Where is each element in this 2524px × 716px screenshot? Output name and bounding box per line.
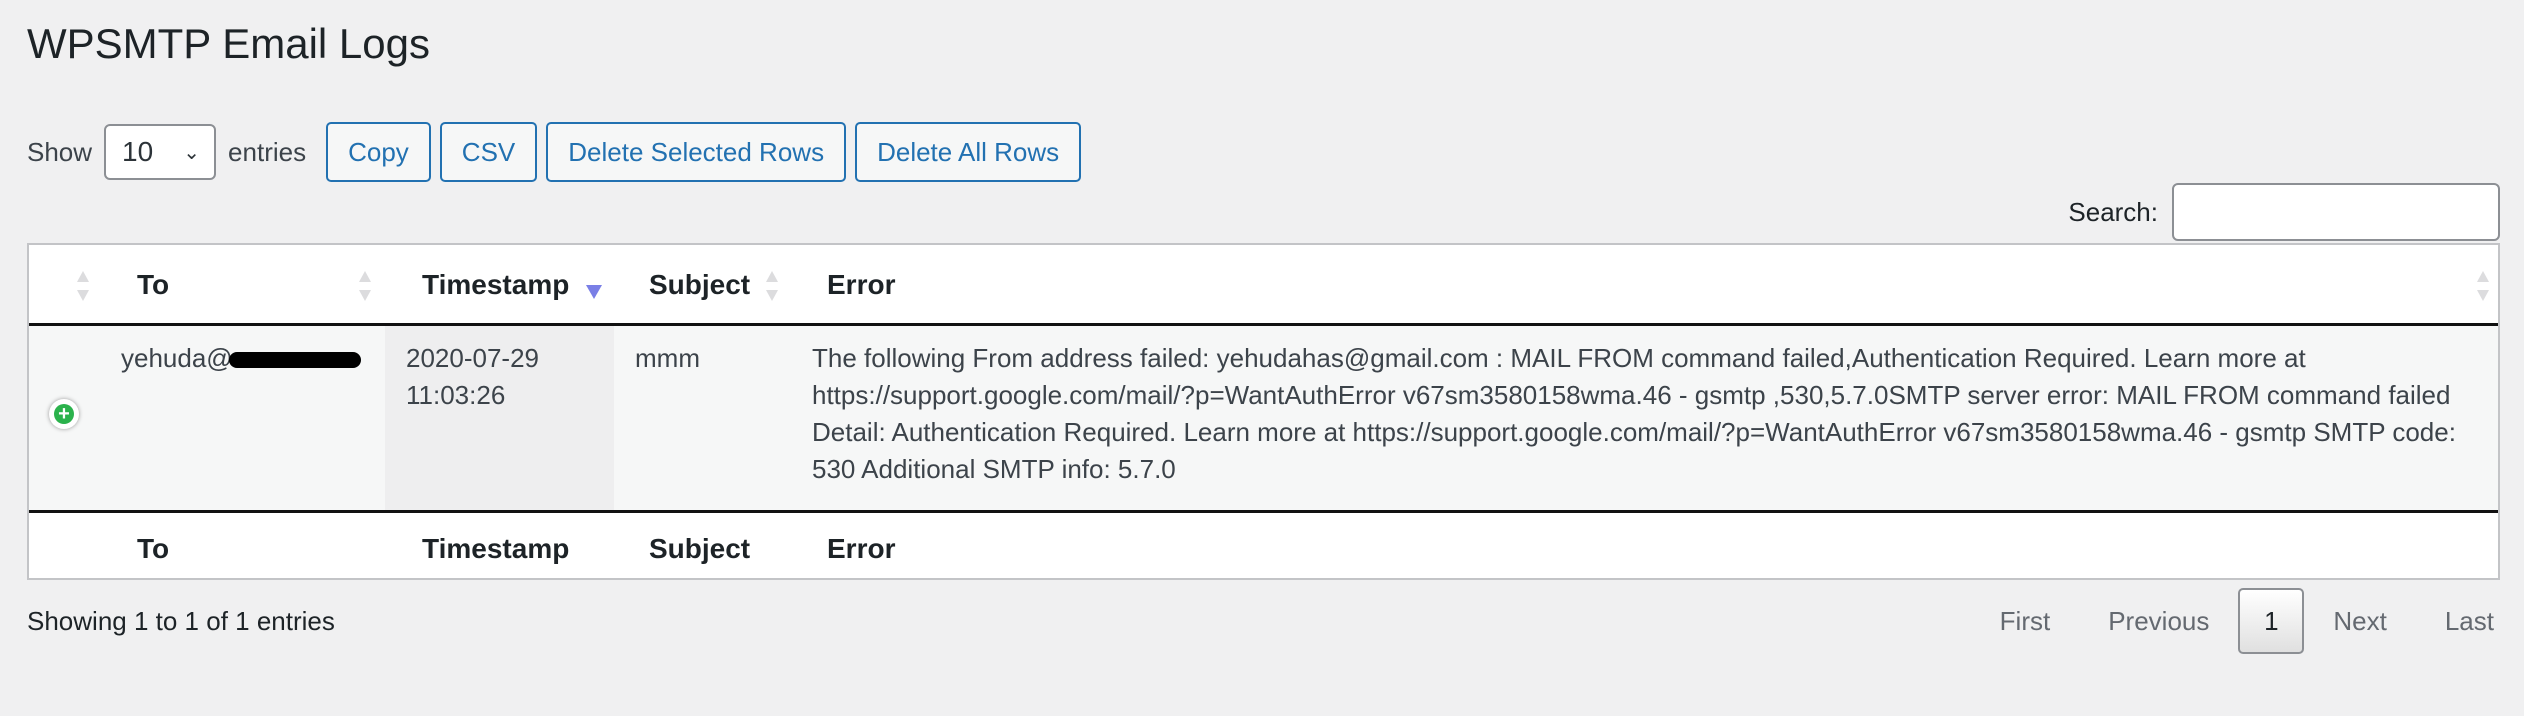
chevron-down-icon: ⌄ xyxy=(183,141,201,164)
expand-row-icon[interactable]: + xyxy=(49,399,79,429)
to-cell: yehuda@ xyxy=(121,340,361,377)
entries-value: 10 xyxy=(122,136,154,167)
sort-icon[interactable] xyxy=(2477,271,2489,301)
table-footer: To Timestamp Subject Error xyxy=(29,510,2498,581)
show-label: Show xyxy=(27,136,93,167)
table-info: Showing 1 to 1 of 1 entries xyxy=(27,606,335,636)
csv-button[interactable]: CSV xyxy=(439,122,538,182)
sort-icon[interactable] xyxy=(77,271,89,301)
footer-timestamp: Timestamp xyxy=(422,533,570,564)
sort-icon[interactable] xyxy=(766,271,778,301)
copy-button[interactable]: Copy xyxy=(326,122,431,182)
last-page-button[interactable]: Last xyxy=(2445,606,2494,637)
entries-select[interactable]: 10 ⌄ xyxy=(104,124,217,180)
column-header-subject[interactable]: Subject xyxy=(649,269,750,301)
page-1-button[interactable]: 1 xyxy=(2238,588,2305,654)
search-label: Search: xyxy=(2068,196,2158,227)
timestamp-cell: 2020-07-29 11:03:26 xyxy=(406,340,539,414)
column-header-to[interactable]: To xyxy=(137,269,169,301)
first-page-button[interactable]: First xyxy=(2000,606,2051,637)
email-logs-table: To Timestamp Subject Error + yehuda@ 202… xyxy=(27,243,2500,580)
table-controls: Show 10 ⌄ entries Copy CSV Delete Select… xyxy=(27,122,1082,182)
search-input[interactable] xyxy=(2172,183,2500,241)
timestamp-time: 11:03:26 xyxy=(406,380,506,410)
delete-all-rows-button[interactable]: Delete All Rows xyxy=(855,122,1082,182)
table-row[interactable]: + yehuda@ 2020-07-29 11:03:26 mmm The fo… xyxy=(29,326,2498,510)
table-header: To Timestamp Subject Error xyxy=(29,245,2498,326)
sort-desc-icon[interactable] xyxy=(586,285,602,299)
footer-subject: Subject xyxy=(649,533,751,564)
entries-label: entries xyxy=(228,136,307,167)
redaction-bar xyxy=(228,352,361,369)
subject-cell: mmm xyxy=(635,343,700,373)
delete-selected-rows-button[interactable]: Delete Selected Rows xyxy=(546,122,847,182)
column-header-error[interactable]: Error xyxy=(827,269,895,301)
next-page-button[interactable]: Next xyxy=(2333,606,2386,637)
column-header-timestamp[interactable]: Timestamp xyxy=(422,269,569,301)
footer-error: Error xyxy=(827,533,896,564)
error-cell: The following From address failed: yehud… xyxy=(812,343,2456,484)
pagination: First Previous 1 Next Last xyxy=(1971,588,2494,654)
sort-icon[interactable] xyxy=(359,271,371,301)
previous-page-button[interactable]: Previous xyxy=(2108,606,2209,637)
footer-to: To xyxy=(137,533,170,564)
timestamp-date: 2020-07-29 xyxy=(406,343,539,373)
page-title: WPSMTP Email Logs xyxy=(27,20,430,67)
search-box: Search: xyxy=(2068,183,2500,241)
to-email: yehuda@ xyxy=(121,343,233,373)
